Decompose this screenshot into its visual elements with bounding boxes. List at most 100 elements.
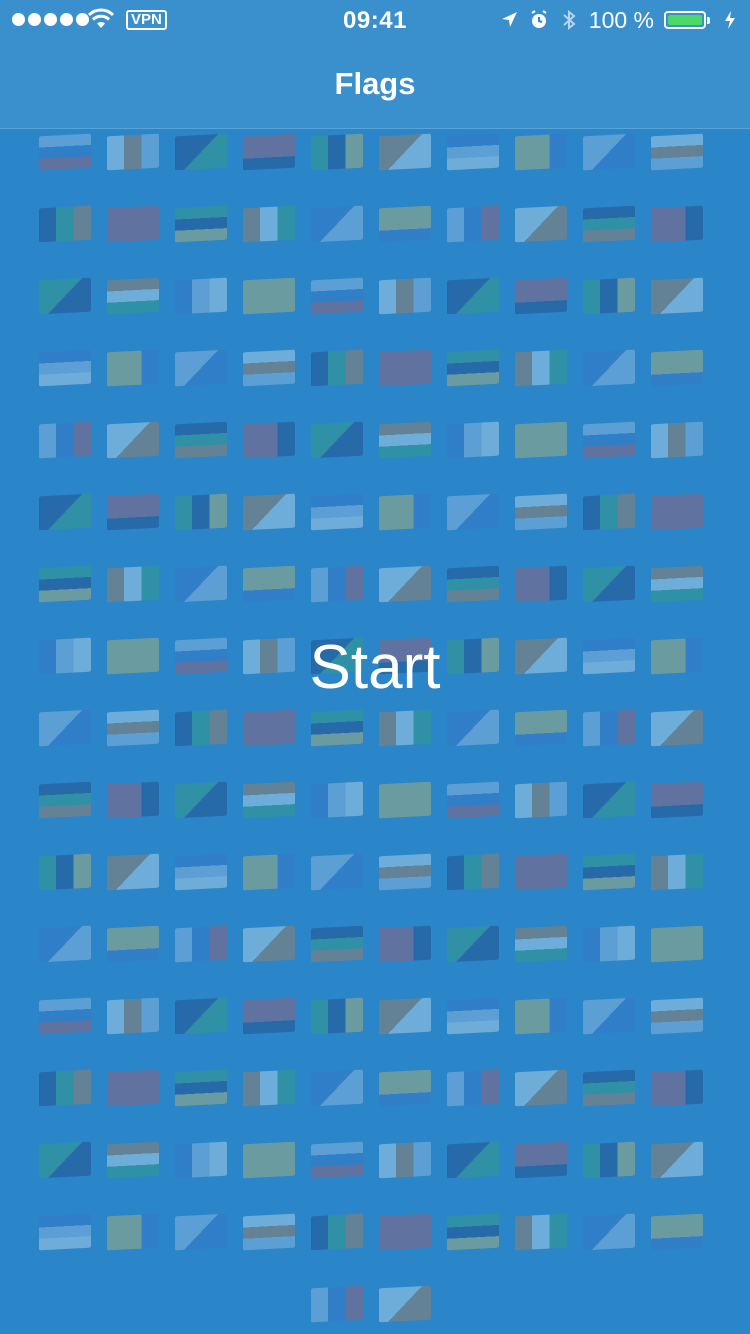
flag-icon	[39, 709, 91, 747]
location-arrow-icon	[501, 12, 517, 27]
flag-icon	[175, 565, 227, 603]
flag-icon	[107, 925, 159, 963]
flag-icon	[651, 133, 703, 171]
flag-icon	[311, 781, 363, 819]
flag-icon	[39, 565, 91, 603]
flag-icon	[447, 349, 499, 387]
flag-icon	[379, 1141, 431, 1179]
flag-icon	[311, 1141, 363, 1179]
flag-icon	[311, 1285, 363, 1323]
flag-icon	[379, 349, 431, 387]
alarm-clock-icon	[531, 10, 547, 28]
flag-icon	[515, 997, 567, 1035]
flag-icon	[311, 277, 363, 315]
flag-icon	[39, 277, 91, 315]
flag-icon	[651, 277, 703, 315]
flags-background-grid	[0, 130, 750, 1334]
flag-icon	[311, 493, 363, 531]
flag-icon	[107, 565, 159, 603]
charging-bolt-icon	[725, 11, 735, 29]
flag-icon	[379, 925, 431, 963]
flag-icon	[107, 1213, 159, 1251]
flag-icon	[447, 925, 499, 963]
flag-icon	[447, 1069, 499, 1107]
flag-icon	[175, 781, 227, 819]
flag-icon	[379, 205, 431, 243]
flag-icon	[447, 781, 499, 819]
flag-icon	[175, 205, 227, 243]
flag-icon	[651, 1069, 703, 1107]
flag-icon	[583, 493, 635, 531]
flag-icon	[447, 1213, 499, 1251]
flag-icon	[379, 1213, 431, 1251]
flag-icon	[107, 997, 159, 1035]
flag-icon	[651, 205, 703, 243]
flag-icon	[39, 133, 91, 171]
flag-icon	[447, 493, 499, 531]
flag-icon	[583, 133, 635, 171]
flag-icon	[243, 1069, 295, 1107]
flag-icon	[379, 493, 431, 531]
flag-icon	[39, 781, 91, 819]
flag-icon	[515, 781, 567, 819]
flag-icon	[311, 421, 363, 459]
flag-icon	[651, 709, 703, 747]
flag-icon	[583, 997, 635, 1035]
flag-icon	[175, 1213, 227, 1251]
flag-icon	[243, 709, 295, 747]
flag-icon	[311, 205, 363, 243]
flag-icon	[583, 421, 635, 459]
flag-icon	[447, 853, 499, 891]
flag-icon	[651, 781, 703, 819]
flag-icon	[107, 421, 159, 459]
flag-icon	[39, 1213, 91, 1251]
flag-icon	[379, 133, 431, 171]
flag-icon	[515, 565, 567, 603]
flag-icon	[515, 1069, 567, 1107]
flag-icon	[107, 781, 159, 819]
flag-icon	[651, 997, 703, 1035]
flag-icon	[243, 781, 295, 819]
flag-icon	[39, 997, 91, 1035]
page-title: Flags	[334, 66, 416, 101]
flag-icon	[107, 205, 159, 243]
flag-icon	[243, 565, 295, 603]
flag-icon	[39, 853, 91, 891]
flag-icon	[175, 709, 227, 747]
flag-icon	[243, 133, 295, 171]
flag-icon	[243, 493, 295, 531]
flag-icon	[583, 349, 635, 387]
start-button[interactable]: Start	[0, 632, 750, 704]
flag-icon	[243, 1213, 295, 1251]
flag-icon	[107, 1141, 159, 1179]
flag-icon	[583, 925, 635, 963]
flag-icon	[107, 277, 159, 315]
flag-icon	[39, 925, 91, 963]
flag-icon	[651, 349, 703, 387]
bluetooth-icon	[563, 9, 576, 31]
flag-icon	[515, 277, 567, 315]
flag-icon	[311, 709, 363, 747]
flag-icon	[651, 1213, 703, 1251]
flag-icon	[583, 205, 635, 243]
flag-icon	[311, 133, 363, 171]
flag-icon	[447, 565, 499, 603]
flag-icon	[243, 997, 295, 1035]
flag-icon	[175, 997, 227, 1035]
flag-icon	[515, 133, 567, 171]
flag-icon	[447, 709, 499, 747]
battery-percentage: 100 %	[588, 6, 654, 33]
flag-icon	[243, 277, 295, 315]
flag-icon	[447, 205, 499, 243]
flag-icon	[447, 421, 499, 459]
flag-icon	[39, 421, 91, 459]
flag-icon	[515, 205, 567, 243]
flag-icon	[515, 349, 567, 387]
flag-icon	[243, 925, 295, 963]
flag-icon	[651, 853, 703, 891]
flag-icon	[39, 205, 91, 243]
flag-icon	[515, 421, 567, 459]
flag-icon	[311, 349, 363, 387]
flag-icon	[243, 853, 295, 891]
flag-icon	[107, 493, 159, 531]
